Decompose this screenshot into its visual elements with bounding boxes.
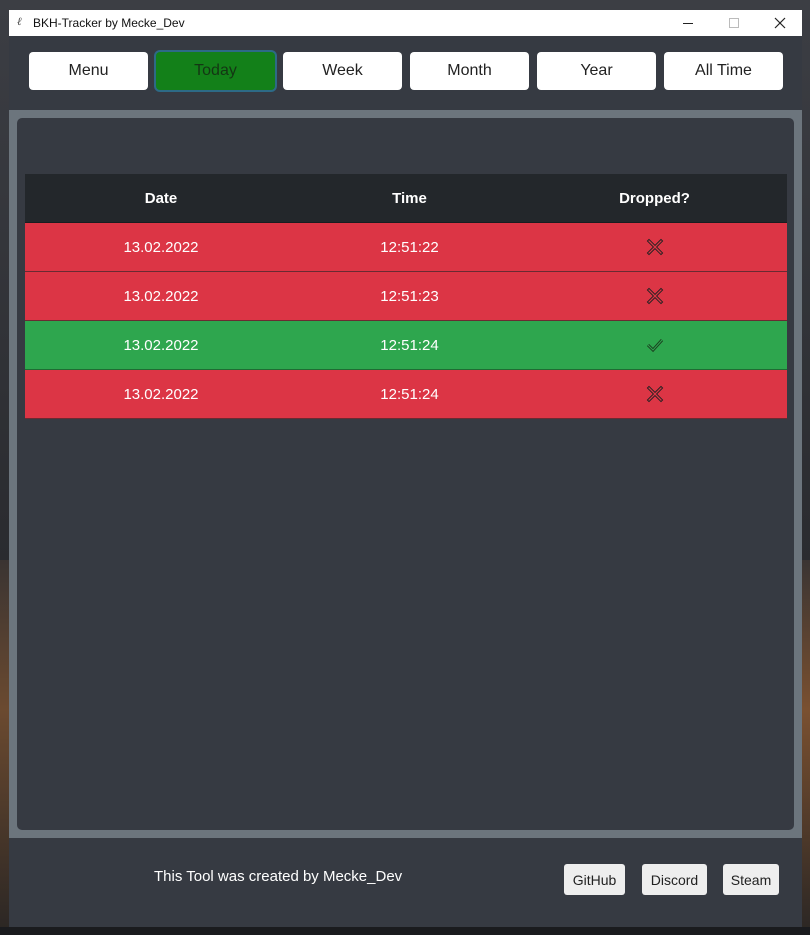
menu-button[interactable]: Menu	[29, 52, 148, 90]
row-date: 13.02.2022	[123, 336, 199, 354]
steam-button[interactable]: Steam	[723, 864, 779, 895]
header-date: Date	[144, 189, 178, 207]
cross-icon	[646, 287, 663, 305]
app-window: ℓ BKH-Tracker by Mecke_Dev Menu Today We…	[9, 10, 802, 927]
close-icon	[774, 17, 786, 29]
row-dropped	[522, 238, 787, 256]
today-button[interactable]: Today	[156, 52, 275, 90]
desktop-background-right	[802, 560, 810, 935]
week-button[interactable]: Week	[283, 52, 402, 90]
row-date: 13.02.2022	[123, 287, 199, 305]
table-row: 13.02.2022 12:51:24	[25, 370, 787, 419]
row-date: 13.02.2022	[123, 238, 199, 256]
nav-toolbar: Menu Today Week Month Year All Time	[9, 36, 802, 110]
title-bar[interactable]: ℓ BKH-Tracker by Mecke_Dev	[9, 10, 802, 36]
table-header: Date Time Dropped?	[25, 174, 787, 223]
desktop-background-bottom	[0, 927, 810, 935]
table-row: 13.02.2022 12:51:24	[25, 321, 787, 370]
row-dropped	[522, 287, 787, 305]
content-frame: Date Time Dropped? 13.02.2022 12:51:22 1…	[9, 110, 802, 838]
maximize-icon	[729, 18, 739, 28]
row-dropped	[522, 385, 787, 403]
minimize-icon	[683, 22, 693, 24]
row-time: 12:51:22	[380, 238, 439, 256]
window-title: BKH-Tracker by Mecke_Dev	[33, 16, 185, 30]
cross-icon	[646, 238, 663, 256]
row-time: 12:51:23	[380, 287, 439, 305]
maximize-button[interactable]	[711, 10, 757, 36]
feather-icon: ℓ	[17, 15, 22, 28]
minimize-button[interactable]	[665, 10, 711, 36]
table-row: 13.02.2022 12:51:22	[25, 223, 787, 272]
footer: This Tool was created by Mecke_Dev GitHu…	[9, 838, 802, 927]
header-time: Time	[392, 189, 427, 207]
row-time: 12:51:24	[380, 385, 439, 403]
desktop-background-left	[0, 560, 9, 935]
close-button[interactable]	[757, 10, 802, 36]
github-button[interactable]: GitHub	[564, 864, 625, 895]
drop-table: Date Time Dropped? 13.02.2022 12:51:22 1…	[25, 174, 787, 419]
row-time: 12:51:24	[380, 336, 439, 354]
header-dropped: Dropped?	[619, 189, 690, 207]
month-button[interactable]: Month	[410, 52, 529, 90]
content-panel: Date Time Dropped? 13.02.2022 12:51:22 1…	[17, 118, 794, 830]
check-icon	[646, 338, 663, 353]
discord-button[interactable]: Discord	[642, 864, 707, 895]
year-button[interactable]: Year	[537, 52, 656, 90]
cross-icon	[646, 385, 663, 403]
row-date: 13.02.2022	[123, 385, 199, 403]
table-row: 13.02.2022 12:51:23	[25, 272, 787, 321]
credit-text: This Tool was created by Mecke_Dev	[154, 868, 403, 885]
row-dropped	[522, 336, 787, 354]
all-time-button[interactable]: All Time	[664, 52, 783, 90]
